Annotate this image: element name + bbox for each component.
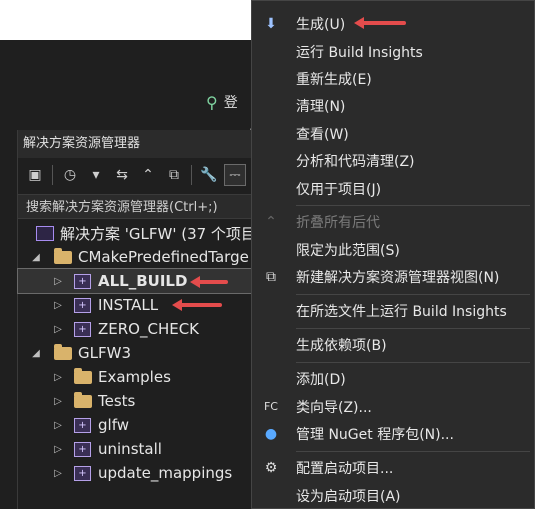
menu-item-configure-startup[interactable]: ⚙ 配置启动项目... bbox=[252, 454, 535, 481]
menu-separator bbox=[296, 294, 530, 295]
solution-explorer-panel: 解决方案资源管理器 ▣ ◷ ▾ ⇆ ⌃ ⧉ 🔧 ⎓ 搜索解决方案资源管理器(Ct… bbox=[17, 130, 259, 509]
folder-icon bbox=[54, 343, 72, 360]
collapsed-arrow-icon[interactable]: ▷ bbox=[52, 372, 64, 383]
project-icon: + bbox=[74, 273, 91, 289]
menu-item-build-dependencies[interactable]: 生成依赖项(B) bbox=[252, 331, 535, 358]
person-add-icon[interactable]: ⚲ bbox=[206, 93, 218, 112]
solution-explorer-toolbar: ▣ ◷ ▾ ⇆ ⌃ ⧉ 🔧 ⎓ bbox=[18, 158, 258, 192]
gear-icon: ⚙ bbox=[264, 459, 278, 476]
project-icon: + bbox=[74, 417, 91, 433]
solution-icon bbox=[36, 225, 54, 241]
tree-item-solution[interactable]: 解决方案 'GLFW' (37 个项目 bbox=[18, 221, 258, 245]
expanded-arrow-icon[interactable]: ◢ bbox=[30, 252, 42, 263]
menu-item-set-startup[interactable]: 设为启动项目(A) bbox=[252, 482, 535, 509]
expanded-arrow-icon[interactable]: ◢ bbox=[30, 348, 42, 359]
login-label[interactable]: 登 bbox=[224, 92, 238, 112]
switch-views-icon[interactable]: ▣ bbox=[24, 164, 46, 186]
search-input[interactable]: 搜索解决方案资源管理器(Ctrl+;) bbox=[18, 194, 258, 219]
tree-item-project[interactable]: ▷ + ZERO_CHECK bbox=[18, 317, 258, 341]
solution-tree: 解决方案 'GLFW' (37 个项目 ◢ CMakePredefinedTar… bbox=[17, 221, 259, 485]
menu-separator bbox=[296, 451, 530, 452]
collapse-icon: ⌃ bbox=[265, 213, 277, 230]
folder-icon bbox=[74, 367, 92, 384]
folder-icon bbox=[74, 391, 92, 408]
menu-item-scope-to-this[interactable]: 限定为此范围(S) bbox=[252, 236, 535, 263]
menu-item-rebuild[interactable]: 重新生成(E) bbox=[252, 65, 535, 92]
class-wizard-icon: FC bbox=[263, 400, 278, 413]
menu-item-clean[interactable]: 清理(N) bbox=[252, 92, 535, 119]
menu-item-build-insights-selected[interactable]: 在所选文件上运行 Build Insights bbox=[252, 297, 535, 324]
sync-icon[interactable]: ⇆ bbox=[111, 164, 133, 186]
annotation-arrow bbox=[190, 276, 228, 288]
folder-icon bbox=[54, 247, 72, 264]
tree-item-folder[interactable]: ◢ CMakePredefinedTarge bbox=[18, 245, 258, 269]
tree-item-project[interactable]: ▷ + INSTALL bbox=[18, 293, 258, 317]
menu-separator bbox=[296, 362, 530, 363]
collapsed-arrow-icon[interactable]: ▷ bbox=[52, 444, 64, 455]
collapsed-arrow-icon[interactable]: ▷ bbox=[52, 324, 64, 335]
project-icon: + bbox=[74, 297, 91, 313]
preview-selected-icon[interactable]: ⎓ bbox=[224, 164, 246, 186]
collapsed-arrow-icon[interactable]: ▷ bbox=[52, 276, 64, 287]
menu-item-project-only[interactable]: 仅用于项目(J) bbox=[252, 175, 535, 202]
project-icon: + bbox=[74, 321, 91, 337]
build-icon: ⬇ bbox=[265, 15, 277, 32]
tree-item-project[interactable]: ▷ + update_mappings bbox=[18, 461, 258, 485]
collapsed-arrow-icon[interactable]: ▷ bbox=[52, 420, 64, 431]
menu-item-new-view[interactable]: ⧉ 新建解决方案资源管理器视图(N) bbox=[252, 263, 535, 290]
properties-wrench-icon[interactable]: 🔧 bbox=[198, 164, 220, 186]
annotation-arrow bbox=[172, 299, 222, 311]
show-all-files-icon[interactable]: ⧉ bbox=[163, 164, 185, 186]
toolbar-separator bbox=[191, 165, 192, 185]
collapsed-arrow-icon[interactable]: ▷ bbox=[52, 396, 64, 407]
tree-item-project[interactable]: ▷ + glfw bbox=[18, 413, 258, 437]
new-view-icon: ⧉ bbox=[266, 268, 276, 285]
menu-item-add[interactable]: 添加(D) bbox=[252, 365, 535, 392]
menu-item-run-build-insights[interactable]: 运行 Build Insights bbox=[252, 38, 535, 65]
collapse-all-icon[interactable]: ⌃ bbox=[137, 164, 159, 186]
toolbar-separator bbox=[52, 165, 53, 185]
tree-item-folder[interactable]: ▷ Tests bbox=[18, 389, 258, 413]
tree-item-folder[interactable]: ◢ GLFW3 bbox=[18, 341, 258, 365]
menu-item-class-wizard[interactable]: FC 类向导(Z)... bbox=[252, 393, 535, 420]
collapsed-arrow-icon[interactable]: ▷ bbox=[52, 468, 64, 479]
tree-item-project[interactable]: ▷ + uninstall bbox=[18, 437, 258, 461]
context-menu: ⬇ 生成(U) 运行 Build Insights 重新生成(E) 清理(N) … bbox=[251, 0, 535, 509]
menu-separator bbox=[296, 205, 530, 206]
project-icon: + bbox=[74, 465, 91, 481]
menu-item-manage-nuget[interactable]: ● 管理 NuGet 程序包(N)... bbox=[252, 420, 535, 447]
collapsed-arrow-icon[interactable]: ▷ bbox=[52, 300, 64, 311]
menu-item-collapse-descendants: ⌃ 折叠所有后代 bbox=[252, 208, 535, 235]
menu-separator bbox=[296, 328, 530, 329]
project-icon: + bbox=[74, 441, 91, 457]
tree-item-folder[interactable]: ▷ Examples bbox=[18, 365, 258, 389]
annotation-arrow bbox=[354, 17, 406, 29]
chevron-down-icon[interactable]: ▾ bbox=[85, 164, 107, 186]
menu-item-analyze[interactable]: 分析和代码清理(Z) bbox=[252, 147, 535, 174]
menu-item-view[interactable]: 查看(W) bbox=[252, 120, 535, 147]
pending-changes-icon[interactable]: ◷ bbox=[59, 164, 81, 186]
solution-explorer-title: 解决方案资源管理器 bbox=[18, 130, 258, 158]
nuget-icon: ● bbox=[264, 425, 278, 442]
